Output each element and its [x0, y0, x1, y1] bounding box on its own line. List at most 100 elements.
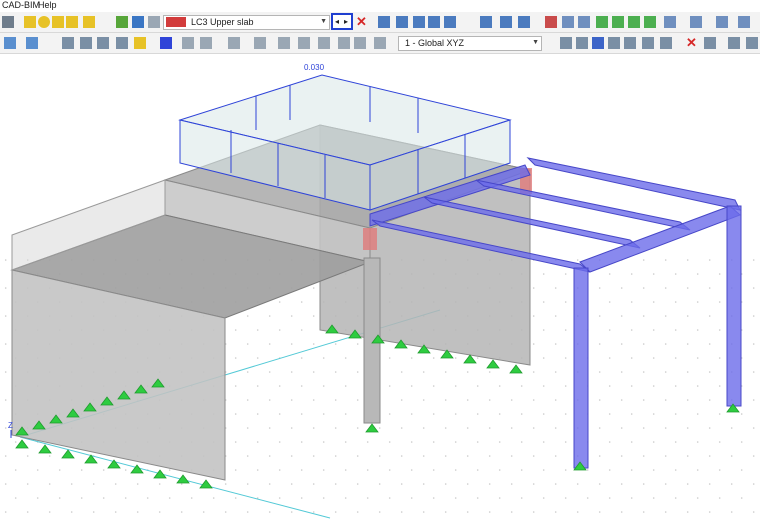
- axis-x-icon[interactable]: [596, 16, 608, 28]
- surface-icon[interactable]: [62, 37, 74, 49]
- triangle-icon[interactable]: [660, 37, 672, 49]
- grid-dot: [124, 497, 127, 499]
- solid-icon[interactable]: [80, 37, 92, 49]
- display-icon[interactable]: [378, 16, 390, 28]
- edit-icon[interactable]: [24, 16, 36, 28]
- tag-icon[interactable]: [545, 16, 557, 28]
- mesh-icon[interactable]: [228, 37, 240, 49]
- node-icon[interactable]: [4, 37, 16, 49]
- pen-icon[interactable]: [254, 37, 266, 49]
- snap-grid-icon[interactable]: [560, 37, 572, 49]
- grid-dot: [520, 441, 523, 443]
- delete-icon[interactable]: ✕: [356, 15, 368, 28]
- grid-dot: [400, 371, 403, 373]
- curve-icon[interactable]: [200, 37, 212, 49]
- grid-dot: [212, 497, 215, 499]
- opening-icon[interactable]: [97, 37, 109, 49]
- grid-dot: [290, 399, 293, 401]
- window-layout-icon[interactable]: [746, 37, 758, 49]
- steel-column[interactable]: [573, 267, 589, 469]
- settings-icon[interactable]: [704, 37, 716, 49]
- joint-marker: [363, 228, 377, 250]
- axis-y-icon[interactable]: [612, 16, 624, 28]
- grid-dot: [664, 511, 667, 513]
- hinge-icon[interactable]: [182, 37, 194, 49]
- cube-icon[interactable]: [562, 16, 574, 28]
- snap-icon[interactable]: [576, 37, 588, 49]
- cancel-icon[interactable]: ✕: [686, 36, 698, 49]
- animation-icon[interactable]: [480, 16, 492, 28]
- grid-dot: [234, 413, 237, 415]
- guide-icon[interactable]: [608, 37, 620, 49]
- grid-dot: [378, 427, 381, 429]
- xxx-icon[interactable]: [428, 16, 440, 28]
- box-icon[interactable]: [578, 16, 590, 28]
- object-snap-icon[interactable]: [592, 37, 604, 49]
- move-icon[interactable]: [278, 37, 290, 49]
- save-icon[interactable]: [2, 16, 14, 28]
- grid-dot: [466, 371, 469, 373]
- grid-dot: [366, 469, 369, 471]
- divide-icon[interactable]: [374, 37, 386, 49]
- coordinate-system-select[interactable]: 1 - Global XYZ ▼: [398, 36, 542, 51]
- grid-dot: [532, 371, 535, 373]
- image-icon[interactable]: [83, 16, 95, 28]
- shading-icon[interactable]: [716, 16, 728, 28]
- layers-icon[interactable]: [690, 16, 702, 28]
- grid-dot: [102, 497, 105, 499]
- support-icon[interactable]: [160, 37, 172, 49]
- mirror-icon[interactable]: [338, 37, 350, 49]
- calc-icon[interactable]: [132, 16, 144, 28]
- wizard-icon[interactable]: [148, 16, 160, 28]
- menu-cad-bim[interactable]: CAD-BIM: [2, 0, 40, 11]
- viewport-canvas[interactable]: 0.030 Z: [0, 54, 760, 519]
- grid-dot: [278, 385, 281, 387]
- section-icon[interactable]: [500, 16, 512, 28]
- member-icon[interactable]: [26, 37, 38, 49]
- comment-icon[interactable]: [52, 16, 64, 28]
- axis-z-icon[interactable]: [628, 16, 640, 28]
- grid-dot: [388, 413, 391, 415]
- grid-dot: [510, 483, 513, 485]
- values-icon[interactable]: [396, 16, 408, 28]
- pin-icon[interactable]: [134, 37, 146, 49]
- measure-icon[interactable]: [518, 16, 530, 28]
- export-icon[interactable]: [66, 16, 78, 28]
- grid-dot: [598, 427, 601, 429]
- view-icon[interactable]: [413, 16, 425, 28]
- copy-icon[interactable]: [298, 37, 310, 49]
- iso-icon[interactable]: [644, 16, 656, 28]
- grid-dot: [674, 469, 677, 471]
- line-icon[interactable]: [116, 37, 128, 49]
- grid-dot: [620, 315, 623, 317]
- grid-dot: [268, 315, 271, 317]
- grid-dot: [576, 259, 579, 261]
- menu-help[interactable]: Help: [38, 0, 57, 11]
- angle-icon[interactable]: [642, 37, 654, 49]
- grid-dot: [410, 385, 413, 387]
- grid-dot: [344, 413, 347, 415]
- scale-icon[interactable]: [354, 37, 366, 49]
- load-case-select[interactable]: LC3 Upper slab ▼: [163, 15, 330, 30]
- render-icon[interactable]: [664, 16, 676, 28]
- next-load-case-button[interactable]: ▸: [344, 16, 348, 28]
- grid-dot: [312, 511, 315, 513]
- grid-dot: [432, 497, 435, 499]
- grid-dot: [708, 343, 711, 345]
- rotate-icon[interactable]: [318, 37, 330, 49]
- results-table-icon[interactable]: [116, 16, 128, 28]
- filter-icon[interactable]: [444, 16, 456, 28]
- model-viewport[interactable]: 0.030 Z: [0, 54, 760, 519]
- window-icon[interactable]: [728, 37, 740, 49]
- grid-icon[interactable]: [738, 16, 750, 28]
- grid-dot: [476, 413, 479, 415]
- dimension-icon[interactable]: [624, 37, 636, 49]
- grid-dot: [598, 483, 601, 485]
- search-icon[interactable]: [38, 16, 50, 28]
- grid-dot: [378, 511, 381, 513]
- steel-column[interactable]: [726, 205, 742, 407]
- previous-load-case-button[interactable]: ◂: [335, 16, 339, 28]
- grid-dot: [234, 497, 237, 499]
- grid-dot: [740, 413, 743, 415]
- grid-dot: [454, 385, 457, 387]
